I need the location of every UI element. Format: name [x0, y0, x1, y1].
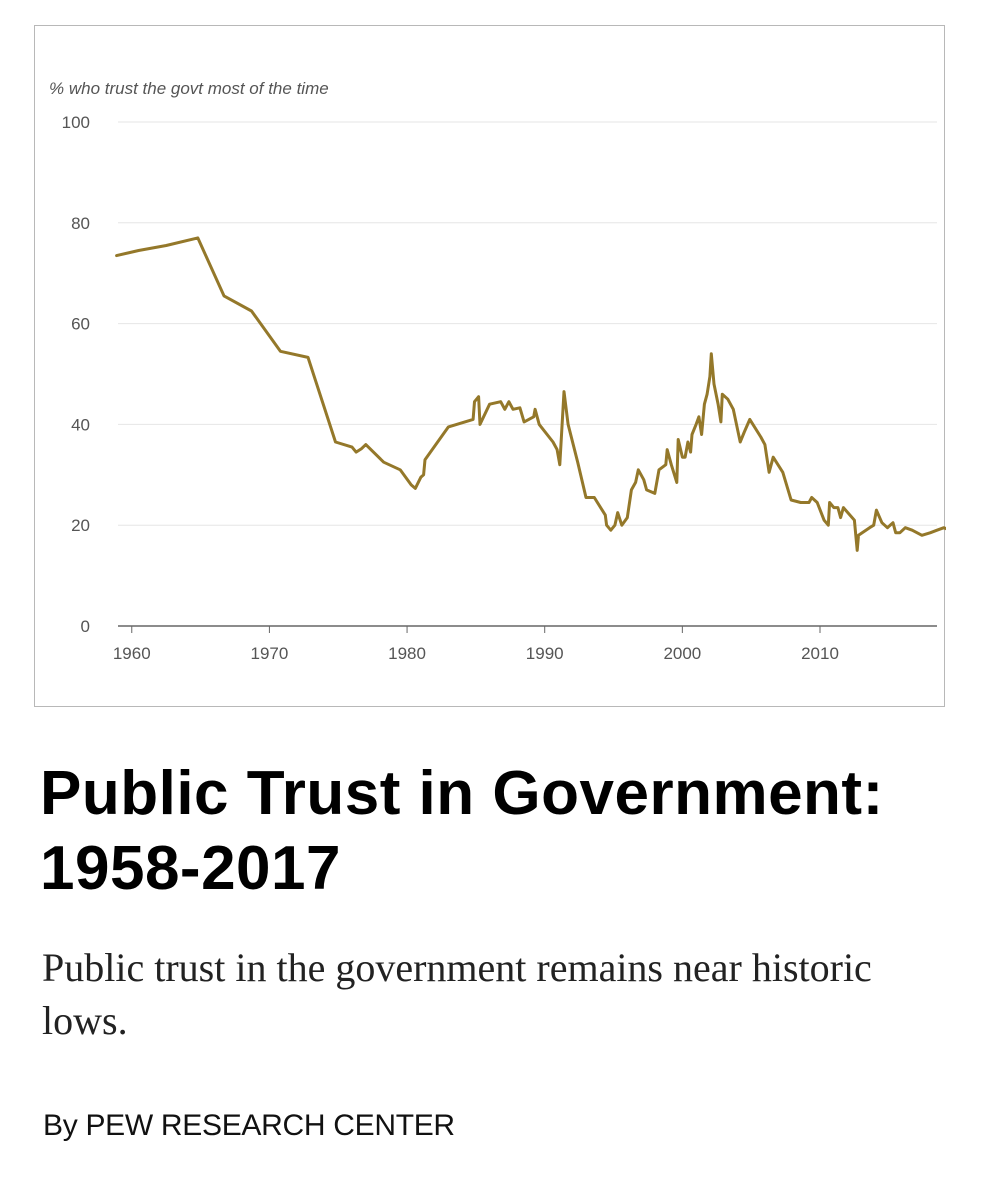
byline: By PEW RESEARCH CENTER	[43, 1109, 455, 1142]
y-tick-label-100: 100	[62, 113, 90, 132]
x-tick-label-2000: 2000	[663, 644, 701, 663]
line-chart: % who trust the govt most of the time 0 20…	[49, 79, 946, 663]
x-tick-label-1970: 1970	[250, 644, 288, 663]
y-tick-label-80: 80	[71, 214, 90, 233]
series-line-0	[115, 236, 946, 552]
y-tick-label-20: 20	[71, 516, 90, 535]
chart-container: % who trust the govt most of the time 0 20…	[34, 25, 946, 707]
page-title: Public Trust in Government: 1958-2017	[40, 759, 884, 903]
x-tick-label-1960: 1960	[113, 644, 151, 663]
x-tick-label-2010: 2010	[801, 644, 839, 663]
x-tick-label-1990: 1990	[526, 644, 564, 663]
x-tick-label-1980: 1980	[388, 644, 426, 663]
page-subtitle: Public trust in the government remains n…	[42, 945, 872, 1043]
y-tick-label-40: 40	[71, 415, 90, 434]
y-axis-label: % who trust the govt most of the time	[49, 79, 329, 98]
y-tick-label-60: 60	[71, 315, 90, 334]
y-tick-label-0: 0	[81, 617, 90, 636]
